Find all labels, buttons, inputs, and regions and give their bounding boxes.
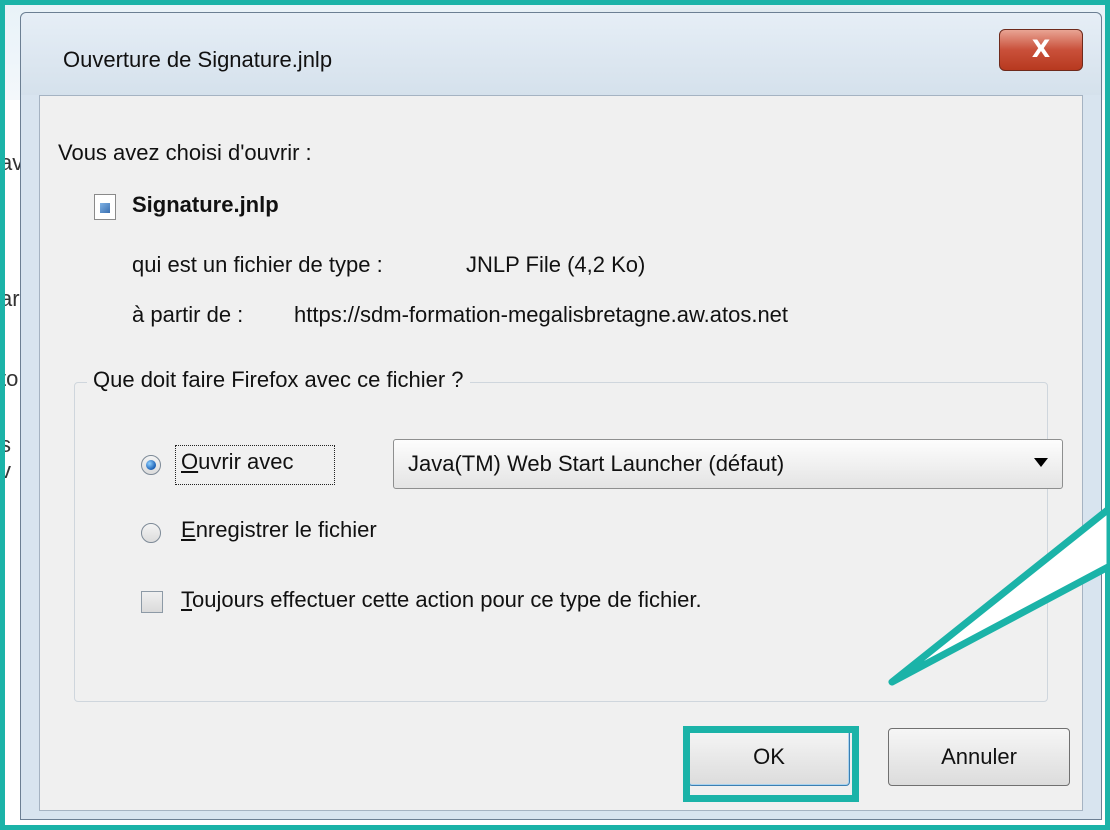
background-text-fragment: to — [0, 366, 19, 391]
dialog-content: Vous avez choisi d'ouvrir : Signature.jn… — [39, 95, 1083, 811]
always-do-checkbox[interactable] — [141, 591, 163, 613]
background-text-fragment: s v — [0, 432, 11, 483]
open-with-label[interactable]: Ouvrir avec — [181, 449, 293, 475]
save-file-accesskey: E — [181, 517, 196, 542]
save-file-label-text: nregistrer le fichier — [195, 517, 377, 542]
save-file-radio[interactable] — [141, 523, 161, 543]
application-select[interactable]: Java(TM) Web Start Launcher (défaut) — [393, 439, 1063, 489]
background-text-fragment: ar — [0, 286, 20, 311]
file-type-value: JNLP File (4,2 Ko) — [466, 252, 646, 277]
source-url: https://sdm-formation-megalisbretagne.aw… — [294, 302, 789, 327]
ok-button-highlight — [683, 726, 859, 802]
always-do-label-text: oujours effectuer cette action pour ce t… — [192, 587, 702, 612]
dialog-titlebar[interactable]: Ouverture de Signature.jnlp X — [21, 13, 1101, 95]
open-with-radio[interactable] — [141, 455, 161, 475]
background-text-fragment: av — [0, 150, 22, 175]
action-groupbox: Que doit faire Firefox avec ce fichier ?… — [74, 367, 1063, 702]
dialog-title: Ouverture de Signature.jnlp — [63, 47, 333, 72]
always-do-accesskey: T — [181, 587, 192, 612]
source-label: à partir de : — [132, 302, 244, 327]
open-with-accesskey: O — [181, 449, 199, 474]
chevron-down-icon — [1034, 458, 1048, 467]
open-file-dialog: Ouverture de Signature.jnlp X Vous avez … — [20, 12, 1102, 820]
jnlp-file-icon — [94, 194, 116, 220]
close-icon: X — [1031, 35, 1051, 63]
file-name: Signature.jnlp — [132, 192, 279, 217]
cancel-button[interactable]: Annuler — [888, 728, 1070, 786]
application-select-value: Java(TM) Web Start Launcher (défaut) — [408, 451, 785, 476]
open-with-label-text: uvrir avec — [198, 449, 294, 474]
always-do-label[interactable]: Toujours effectuer cette action pour ce … — [181, 587, 702, 613]
group-title: Que doit faire Firefox avec ce fichier ? — [87, 367, 470, 393]
file-type-label: qui est un fichier de type : — [132, 252, 383, 277]
close-button[interactable]: X — [999, 29, 1083, 71]
cancel-button-label: Annuler — [941, 744, 1017, 769]
intro-text: Vous avez choisi d'ouvrir : — [58, 140, 312, 165]
save-file-label[interactable]: Enregistrer le fichier — [181, 517, 377, 543]
